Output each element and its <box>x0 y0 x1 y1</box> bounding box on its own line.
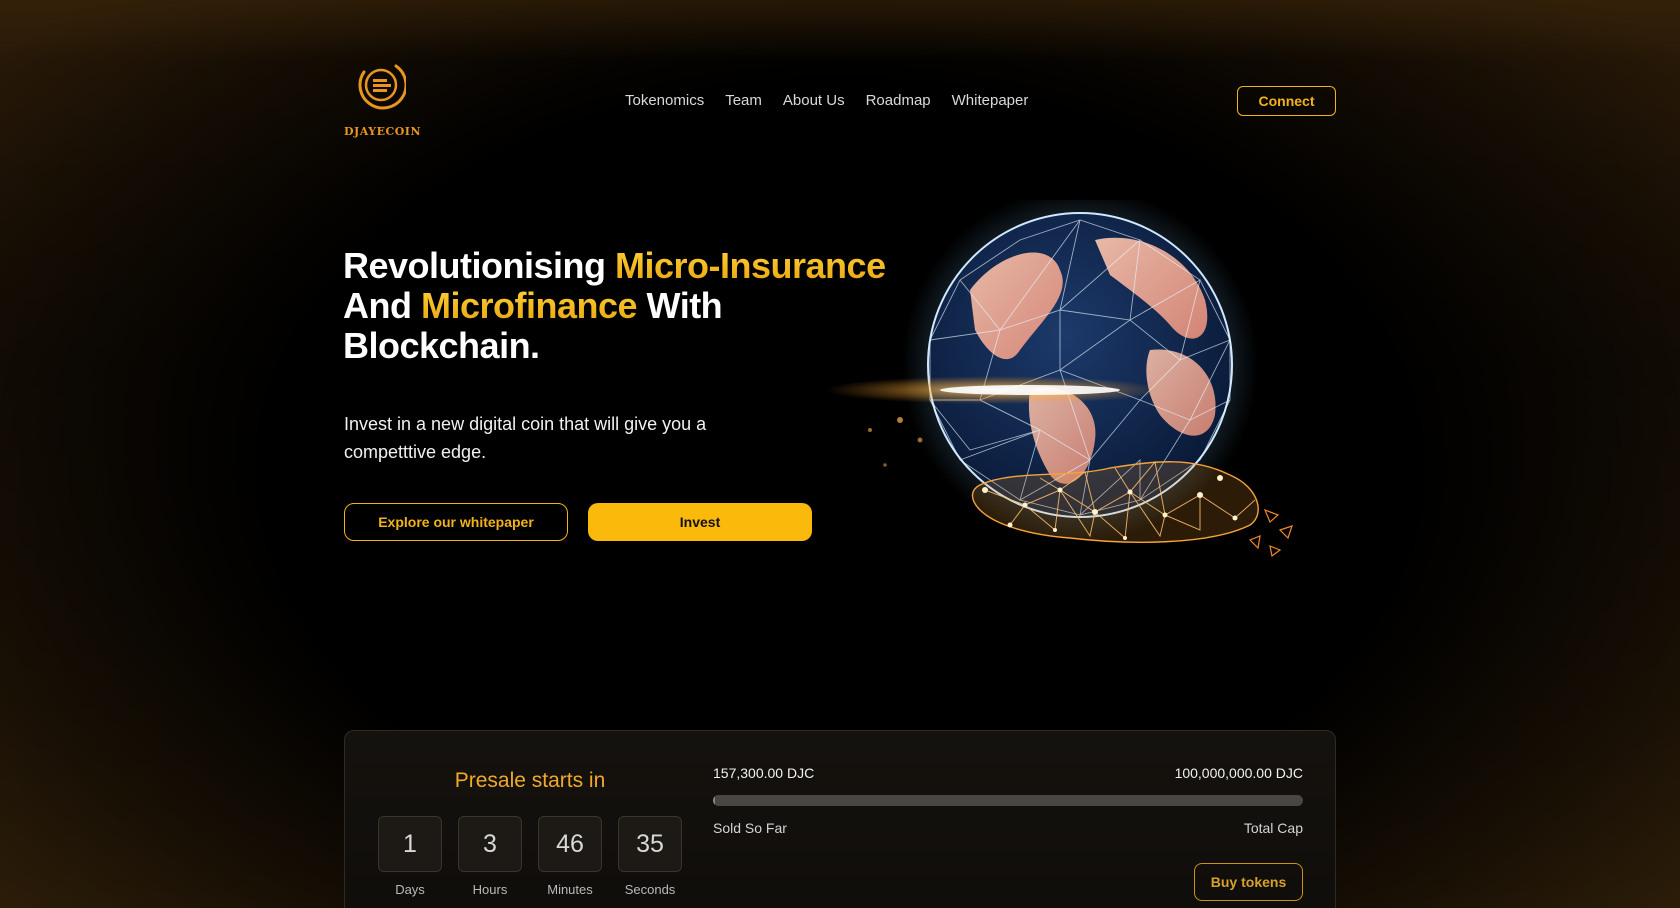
hero-title-part1: Revolutionising <box>343 245 616 286</box>
countdown-seconds-label: Seconds <box>624 882 676 897</box>
invest-button[interactable]: Invest <box>588 503 812 541</box>
coin-ring-icon <box>358 64 406 110</box>
countdown-minutes-label: Minutes <box>547 882 593 897</box>
brand-logo[interactable]: DJAYECOIN <box>340 60 422 140</box>
hero-title-part4: Blockchain. <box>343 325 540 366</box>
nav-item-tokenomics[interactable]: Tokenomics <box>625 92 704 109</box>
presale-title: Presale starts in <box>454 769 606 792</box>
nav-item-whitepaper[interactable]: Whitepaper <box>952 92 1029 109</box>
countdown-minutes: 46 Minutes <box>538 816 602 897</box>
countdown-days: 1 Days <box>378 816 442 897</box>
countdown-minutes-value: 46 <box>538 816 602 872</box>
countdown-seconds-value: 35 <box>618 816 682 872</box>
presale-card: Presale starts in 1 Days 3 Hours 46 Minu… <box>344 730 1336 908</box>
nav-item-roadmap[interactable]: Roadmap <box>866 92 931 109</box>
sold-amount: 157,300.00 DJC <box>713 765 815 781</box>
globe-in-hand-icon <box>825 200 1293 558</box>
countdown-days-value: 1 <box>378 816 442 872</box>
connect-button[interactable]: Connect <box>1237 86 1336 116</box>
sold-label: Sold So Far <box>713 820 787 836</box>
nav-item-about-us[interactable]: About Us <box>783 92 845 109</box>
countdown-seconds: 35 Seconds <box>618 816 682 897</box>
hero-title-accent2: Microfinance <box>420 285 638 326</box>
total-cap-label: Total Cap <box>1243 820 1303 836</box>
main-nav: Tokenomics Team About Us Roadmap Whitepa… <box>625 92 1028 109</box>
buy-tokens-button[interactable]: Buy tokens <box>1194 863 1303 901</box>
sale-progress-fill <box>713 795 716 806</box>
countdown-timer: 1 Days 3 Hours 46 Minutes 35 Seconds <box>378 816 682 897</box>
hero-title-part3: With <box>637 285 723 326</box>
hero-title-part2: And <box>343 285 421 326</box>
brand-name: DJAYECOIN <box>344 125 422 138</box>
sale-progress-bar <box>713 795 1303 806</box>
explore-whitepaper-button[interactable]: Explore our whitepaper <box>344 503 568 541</box>
nav-item-team[interactable]: Team <box>725 92 762 109</box>
total-cap-amount: 100,000,000.00 DJC <box>1174 765 1303 781</box>
countdown-hours-value: 3 <box>458 816 522 872</box>
countdown-hours: 3 Hours <box>458 816 522 897</box>
countdown-days-label: Days <box>395 882 425 897</box>
hero-subtitle: Invest in a new digital coin that will g… <box>344 414 707 462</box>
page: DJAYECOIN Tokenomics Team About Us Roadm… <box>0 0 1680 908</box>
countdown-hours-label: Hours <box>472 882 508 897</box>
